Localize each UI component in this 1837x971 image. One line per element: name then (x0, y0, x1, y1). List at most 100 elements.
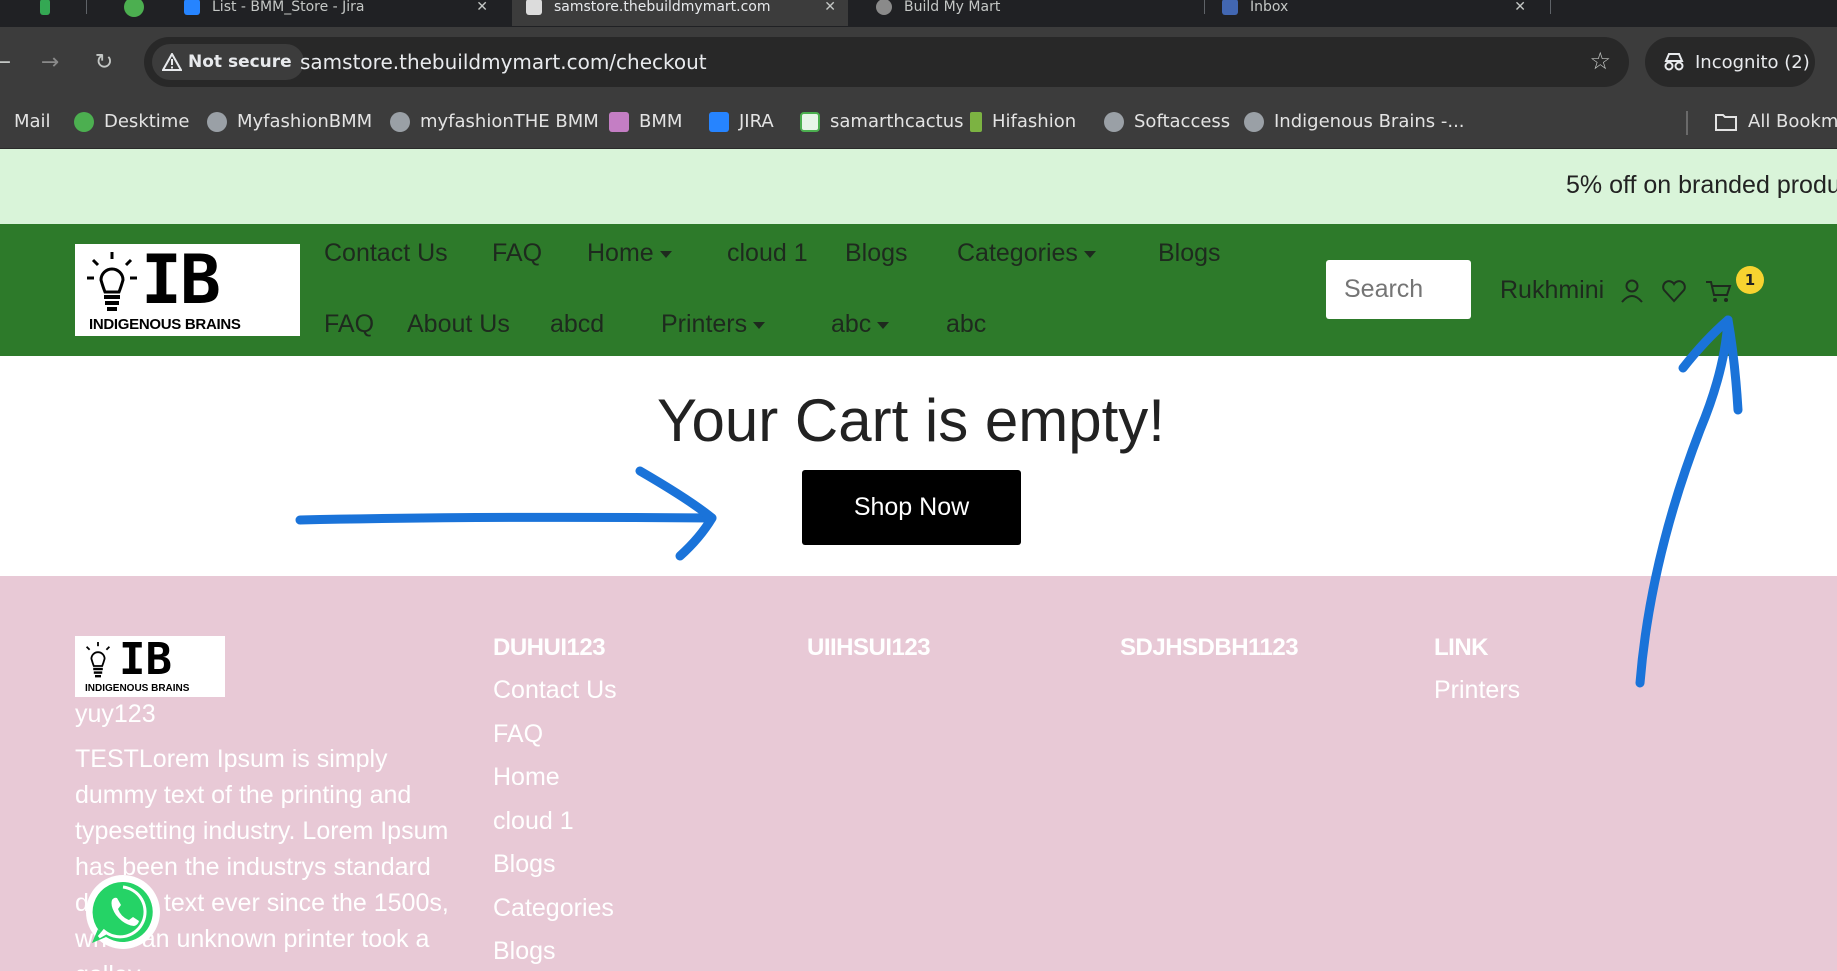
nav-abc[interactable]: abc (946, 310, 986, 339)
tab-label: List - BMM_Store - Jira (212, 0, 365, 15)
bookmark-label: samarthcactus (830, 111, 964, 132)
nav-home-dropdown[interactable]: Home (587, 239, 672, 268)
bookmark-myfashion-the-bmm[interactable]: myfashionTHE BMM (390, 111, 599, 132)
desktime-icon (74, 111, 94, 132)
nav-label: Home (587, 239, 654, 267)
footer-link-home[interactable]: Home (493, 763, 617, 807)
bookmark-label: Indigenous Brains -... (1274, 111, 1465, 132)
nav-label: abc (831, 310, 872, 338)
footer-link-categories[interactable]: Categories (493, 894, 617, 938)
footer-links-link: Printers (1434, 676, 1520, 720)
nav-faq-2[interactable]: FAQ (324, 310, 374, 339)
tab-fragment[interactable] (40, 0, 50, 26)
bookmark-samarthcactus[interactable]: samarthcactus (800, 111, 964, 132)
reload-icon[interactable]: ↻ (88, 47, 120, 79)
tab-separator (1550, 0, 1551, 14)
user-name[interactable]: Rukhmini (1500, 276, 1604, 305)
bookmark-label: Softaccess (1134, 111, 1231, 132)
whatsapp-icon[interactable] (84, 873, 162, 951)
shop-now-button[interactable]: Shop Now (802, 470, 1021, 545)
heart-icon[interactable] (1659, 276, 1689, 306)
address-bar[interactable]: Not secure samstore.thebuildmymart.com/c… (144, 37, 1629, 87)
caret-down-icon (1083, 250, 1096, 258)
forward-arrow-icon[interactable]: → (34, 47, 66, 79)
nav-categories-dropdown[interactable]: Categories (957, 239, 1096, 268)
close-tab-icon[interactable]: ✕ (824, 0, 836, 15)
nav-label: Categories (957, 239, 1078, 267)
footer-logo[interactable]: IB INDIGENOUS BRAINS (75, 634, 225, 697)
nav-blogs[interactable]: Blogs (845, 239, 908, 268)
site-footer: IB INDIGENOUS BRAINS yuy123 TESTLorem Ip… (0, 576, 1837, 971)
globe-icon (1244, 111, 1264, 132)
bookmark-mail[interactable]: Mail (14, 111, 51, 132)
incognito-icon (1664, 53, 1684, 71)
site-logo[interactable]: IB INDIGENOUS BRAINS (75, 241, 300, 336)
footer-heading-link: LINK (1434, 634, 1489, 661)
bookmark-bmm[interactable]: BMM (609, 111, 682, 132)
back-arrow-icon[interactable]: ← (0, 47, 18, 79)
nav-abc-dropdown[interactable]: abc (831, 310, 890, 339)
footer-link-printers[interactable]: Printers (1434, 676, 1520, 720)
cart-count-badge: 1 (1736, 266, 1764, 294)
tab-jira[interactable]: List - BMM_Store - Jira ✕ (110, 0, 500, 26)
close-tab-icon[interactable]: ✕ (476, 0, 488, 15)
nav-label: Printers (661, 310, 748, 338)
footer-link-cloud-1[interactable]: cloud 1 (493, 807, 617, 851)
mail-icon (1222, 0, 1238, 15)
nav-blogs-2[interactable]: Blogs (1158, 239, 1221, 268)
bookmarks-bar: Mail Desktime MyfashionBMM myfashionTHE … (0, 97, 1837, 149)
all-bookmarks[interactable]: All Bookmarks (1714, 111, 1837, 132)
nav-printers-dropdown[interactable]: Printers (661, 310, 766, 339)
bookmark-jira[interactable]: JIRA (709, 111, 774, 132)
url-text[interactable]: samstore.thebuildmymart.com/checkout (300, 50, 707, 74)
tab-samstore[interactable]: samstore.thebuildmymart.com ✕ (512, 0, 848, 26)
empty-cart-section: Your Cart is empty! Shop Now (0, 356, 1837, 576)
search-input[interactable] (1326, 260, 1471, 319)
folder-icon (1715, 113, 1737, 131)
bookmark-softaccess[interactable]: Softaccess (1104, 111, 1230, 132)
caret-down-icon (659, 250, 672, 258)
cart-icon[interactable] (1704, 276, 1734, 306)
bookmark-desktime[interactable]: Desktime (74, 111, 189, 132)
bookmark-star-icon[interactable]: ☆ (1589, 47, 1611, 75)
nav-abcd[interactable]: abcd (550, 310, 604, 339)
promo-bar: 5% off on branded products (0, 149, 1837, 224)
warning-triangle-icon (162, 53, 182, 71)
bookmark-label: myfashionTHE BMM (420, 111, 599, 132)
footer-link-blogs-2[interactable]: Blogs (493, 937, 617, 971)
bookmark-label: Hifashion (992, 111, 1077, 132)
footer-link-faq[interactable]: FAQ (493, 720, 617, 764)
hifashion-icon (970, 111, 982, 132)
tab-label: samstore.thebuildmymart.com (554, 0, 771, 15)
nav-contact-us[interactable]: Contact Us (324, 239, 448, 268)
footer-heading-duhui123: DUHUI123 (493, 634, 606, 661)
footer-store-name: yuy123 (75, 700, 156, 728)
incognito-chip[interactable]: Incognito (2) (1645, 37, 1815, 87)
globe-icon (390, 111, 410, 132)
footer-link-contact-us[interactable]: Contact Us (493, 676, 617, 720)
tab-separator (1204, 0, 1205, 14)
browser-toolbar: ← → ↻ Not secure samstore.thebuildmymart… (0, 27, 1837, 97)
nav-cloud-1[interactable]: cloud 1 (727, 239, 808, 268)
nav-faq[interactable]: FAQ (492, 239, 542, 268)
caret-down-icon (753, 321, 766, 329)
bookmark-indigenous-brains[interactable]: Indigenous Brains -... (1244, 111, 1465, 132)
globe-icon (207, 111, 227, 132)
bookmark-label: Mail (14, 111, 51, 132)
bookmark-label: All Bookmarks (1748, 111, 1837, 132)
green-circle-icon (124, 0, 144, 17)
close-tab-icon[interactable]: ✕ (1514, 0, 1526, 15)
tab-inbox[interactable]: Inbox ✕ (1208, 0, 1538, 26)
nav-about-us[interactable]: About Us (407, 310, 510, 339)
bookmark-label: Desktime (104, 111, 190, 132)
security-chip[interactable]: Not secure (152, 44, 304, 80)
user-icon[interactable] (1617, 276, 1647, 306)
globe-icon (876, 0, 892, 15)
tab-build-my-mart[interactable]: Build My Mart (862, 0, 1202, 26)
bookmark-myfashionbmm[interactable]: MyfashionBMM (207, 111, 372, 132)
incognito-label: Incognito (2) (1695, 51, 1810, 73)
footer-links-duhui123: Contact Us FAQ Home cloud 1 Blogs Catego… (493, 676, 617, 971)
jira-icon (184, 0, 200, 15)
bookmark-hifashion[interactable]: Hifashion (970, 111, 1076, 132)
footer-link-blogs[interactable]: Blogs (493, 850, 617, 894)
